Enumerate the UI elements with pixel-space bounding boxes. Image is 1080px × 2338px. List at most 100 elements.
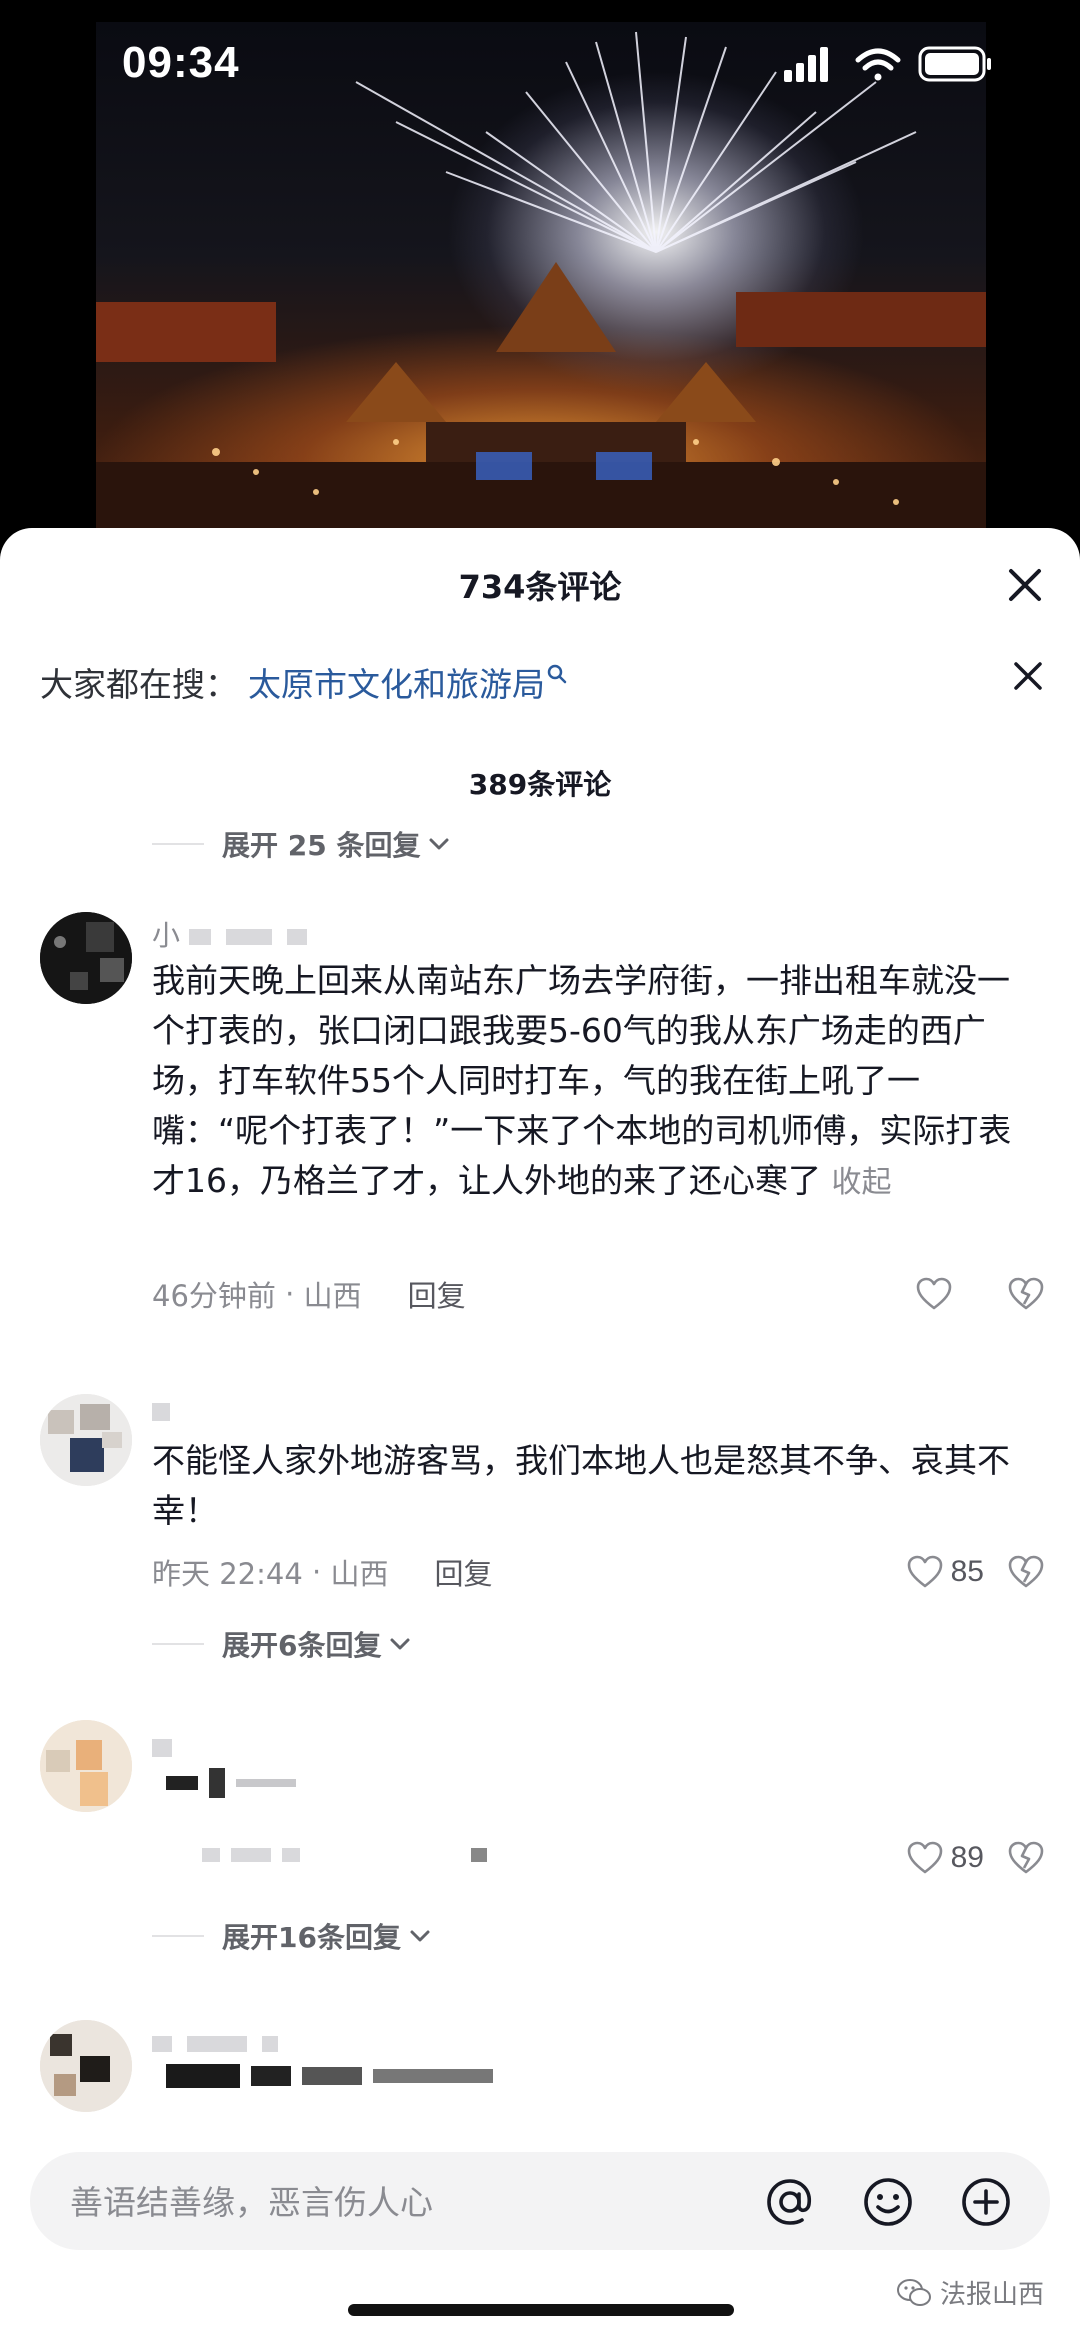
avatar[interactable]	[40, 912, 132, 1004]
redaction-block	[373, 2069, 494, 2083]
obscured-username	[186, 2036, 247, 2052]
comment-username[interactable]	[152, 1730, 178, 1766]
watermark-text: 法报山西	[939, 2280, 1044, 2310]
divider-line	[152, 843, 204, 845]
comment-panel-header: 734条评论	[0, 528, 1080, 638]
status-bar: 09:34	[0, 0, 1080, 130]
close-search-hint-button[interactable]	[1000, 648, 1056, 704]
trending-search-hint: 大家都在搜： 太原市文化和旅游局	[40, 658, 1040, 718]
redaction-block	[251, 2066, 292, 2086]
divider-line	[152, 1643, 204, 1645]
divider-line	[152, 1935, 204, 1937]
avatar-image	[40, 1394, 132, 1486]
redaction-block	[166, 1776, 198, 1790]
chevron-down-icon	[390, 1638, 410, 1650]
expand-replies-button[interactable]: 展开 25 条回复	[0, 824, 800, 864]
comment-meta: 昨天 22:44 · 山西 回复	[152, 1552, 492, 1592]
emoji-icon[interactable]	[860, 2174, 916, 2230]
comment-username[interactable]	[152, 2026, 284, 2062]
comment-time: 46分钟前	[152, 1279, 276, 1313]
obscured-username	[225, 929, 272, 945]
chevron-down-icon	[429, 838, 449, 850]
avatar-image	[40, 1720, 132, 1812]
obscured-username	[286, 929, 307, 945]
wechat-icon	[896, 2278, 931, 2306]
dislike-button[interactable]	[1006, 1836, 1046, 1880]
plus-icon[interactable]	[958, 2174, 1014, 2230]
expand-replies-label: 展开6条回复	[222, 1629, 382, 1662]
like-button[interactable]: 85	[905, 1550, 984, 1594]
redaction-block	[236, 1779, 297, 1787]
expand-replies-button[interactable]: 展开6条回复	[0, 1624, 800, 1664]
comment-input-bar	[30, 2152, 1050, 2252]
close-icon	[1009, 569, 1041, 601]
avatar-image	[40, 2020, 132, 2112]
dislike-button[interactable]	[1006, 1550, 1046, 1594]
list-fade	[0, 2110, 1080, 2152]
trending-search-link[interactable]: 太原市文化和旅游局	[248, 665, 545, 704]
username-text: 小	[152, 919, 181, 952]
like-count: 89	[950, 1841, 984, 1874]
avatar[interactable]	[40, 1394, 132, 1486]
comment-location: 山西	[303, 1279, 362, 1313]
comment-panel: 734条评论 大家都在搜： 太原市文化和旅游局 389条评论 展开 25 条回复	[0, 528, 1080, 2338]
at-icon[interactable]	[762, 2174, 818, 2230]
comment-username[interactable]: 小	[152, 914, 313, 952]
status-time: 09:34	[122, 38, 240, 87]
expand-replies-button[interactable]: 展开16条回复	[0, 1916, 800, 1956]
heart-icon	[916, 1277, 952, 1310]
wifi-icon	[855, 48, 901, 81]
home-indicator[interactable]	[348, 2304, 734, 2316]
obscured-username	[261, 2036, 278, 2052]
comment-username[interactable]	[152, 1394, 176, 1430]
meta-separator: ·	[302, 1555, 331, 1589]
status-icons	[784, 46, 991, 82]
broken-heart-icon	[1008, 1277, 1044, 1310]
like-count: 85	[950, 1555, 984, 1588]
search-icon	[547, 664, 567, 684]
close-comments-button[interactable]	[998, 558, 1052, 612]
comment-count-title: 734条评论	[458, 568, 622, 606]
redaction-block	[209, 1768, 226, 1798]
signal-icon	[784, 47, 828, 82]
comment-meta: 46分钟前 · 山西 回复	[152, 1274, 466, 1314]
comment-time: 昨天 22:44	[152, 1557, 303, 1591]
comment-body: 不能怪人家外地游客骂，我们本地人也是怒其不争、哀其不幸！	[152, 1441, 1010, 1530]
collapse-link[interactable]: 收起	[832, 1165, 892, 1200]
comment-location: 山西	[330, 1557, 389, 1591]
expand-replies-label: 展开16条回复	[222, 1921, 401, 1954]
obscured-username	[152, 1403, 170, 1421]
comment-body: 我前天晚上回来从南站东广场去学府街，一排出租车就没一个打表的，张口闭口跟我要5-…	[152, 956, 1032, 1208]
redaction-block	[302, 2067, 363, 2085]
redaction-block	[471, 1847, 488, 1862]
trending-search-label: 大家都在搜：	[40, 665, 238, 704]
avatar[interactable]	[40, 1720, 132, 1812]
watermark: 法报山西	[896, 2274, 1044, 2311]
reply-button[interactable]: 回复	[434, 1551, 492, 1593]
redaction-block	[202, 1847, 220, 1862]
broken-heart-icon	[1008, 1555, 1044, 1588]
obscured-username	[152, 1739, 172, 1757]
heart-icon	[907, 1555, 942, 1588]
battery-icon	[918, 46, 991, 82]
avatar[interactable]	[40, 2020, 132, 2112]
like-button[interactable]: 89	[905, 1836, 984, 1880]
obscured-meta	[202, 1844, 522, 1874]
redaction-block	[166, 2064, 240, 2088]
redaction-block	[231, 1847, 272, 1862]
chevron-down-icon	[410, 1930, 430, 1942]
like-button[interactable]	[914, 1272, 954, 1316]
obscured-comment-text	[166, 2064, 606, 2104]
dislike-button[interactable]	[1006, 1272, 1046, 1316]
heart-icon	[907, 1841, 942, 1874]
comment-input[interactable]	[68, 2152, 752, 2252]
meta-separator: ·	[275, 1277, 304, 1311]
obscured-comment-text	[166, 1768, 466, 1808]
obscured-username	[152, 2036, 172, 2052]
sub-comment-count: 389条评论	[468, 768, 612, 801]
close-icon	[1014, 662, 1042, 690]
avatar-image	[40, 912, 132, 1004]
broken-heart-icon	[1008, 1841, 1044, 1874]
expand-replies-label: 展开 25 条回复	[222, 829, 421, 862]
reply-button[interactable]: 回复	[408, 1273, 466, 1315]
